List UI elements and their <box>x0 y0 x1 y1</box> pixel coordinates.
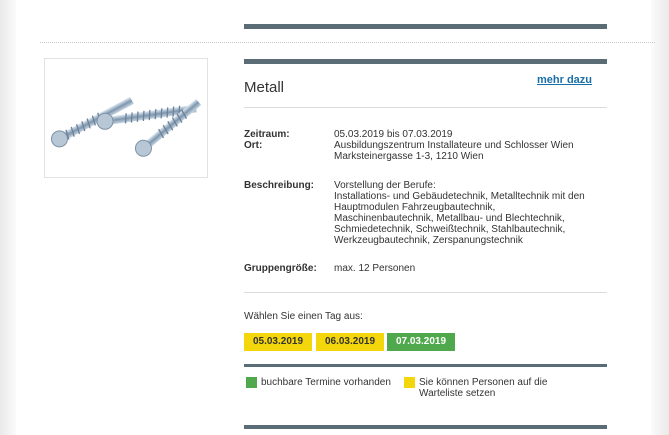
legend-accent-bar <box>244 364 607 367</box>
beschreibung-line-4: Maschinenbautechnik, Metallbau- und Blec… <box>334 213 565 224</box>
date-button-07-03[interactable]: 07.03.2019 <box>387 333 455 351</box>
title-accent-bar <box>244 59 607 64</box>
legend-waitlist-line-2: Warteliste setzen <box>419 388 496 399</box>
waitlist-swatch <box>404 377 415 388</box>
beschreibung-line-3: Hauptmodulen Fahrzeugbautechnik, <box>334 202 496 213</box>
bottom-accent-bar <box>244 425 607 429</box>
divider <box>244 292 607 293</box>
date-button-06-03[interactable]: 06.03.2019 <box>316 333 384 351</box>
beschreibung-line-2: Installations- und Gebäudetechnik, Metal… <box>334 191 585 202</box>
zeitraum-label: Zeitraum: <box>244 129 290 140</box>
legend-waitlist-line-1: Sie können Personen auf die <box>419 377 548 388</box>
beschreibung-label: Beschreibung: <box>244 180 315 191</box>
dotted-divider <box>40 42 655 43</box>
page: Metall mehr dazu Zeitraum: Ort: 05.03.20… <box>0 0 669 435</box>
legend-available: buchbare Termine vorhanden <box>261 377 391 388</box>
gruppengroesse-value: max. 12 Personen <box>334 263 416 274</box>
ort-line-1: Ausbildungszentrum Installateure und Sch… <box>334 140 574 151</box>
divider <box>244 107 607 108</box>
event-image <box>44 58 208 178</box>
left-shadow <box>0 0 16 435</box>
choose-day-label: Wählen Sie einen Tag aus: <box>244 311 363 322</box>
date-button-05-03[interactable]: 05.03.2019 <box>244 333 312 351</box>
beschreibung-line-5: Schmiedetechnik, Schweißtechnik, Stahlba… <box>334 224 566 235</box>
screws-icon <box>50 96 202 157</box>
beschreibung-line-6: Werkzeugbautechnik, Zerspanungstechnik <box>334 235 523 246</box>
available-swatch <box>246 377 257 388</box>
right-shadow <box>651 0 669 435</box>
more-info-link[interactable]: mehr dazu <box>537 74 592 86</box>
event-title: Metall <box>244 79 285 96</box>
zeitraum-value: 05.03.2019 bis 07.03.2019 <box>334 129 453 140</box>
gruppengroesse-label: Gruppengröße: <box>244 263 317 274</box>
top-accent-bar <box>244 24 607 29</box>
beschreibung-line-1: Vorstellung der Berufe: <box>334 180 436 191</box>
ort-label: Ort: <box>244 140 263 151</box>
ort-line-2: Marksteinergasse 1-3, 1210 Wien <box>334 151 484 162</box>
